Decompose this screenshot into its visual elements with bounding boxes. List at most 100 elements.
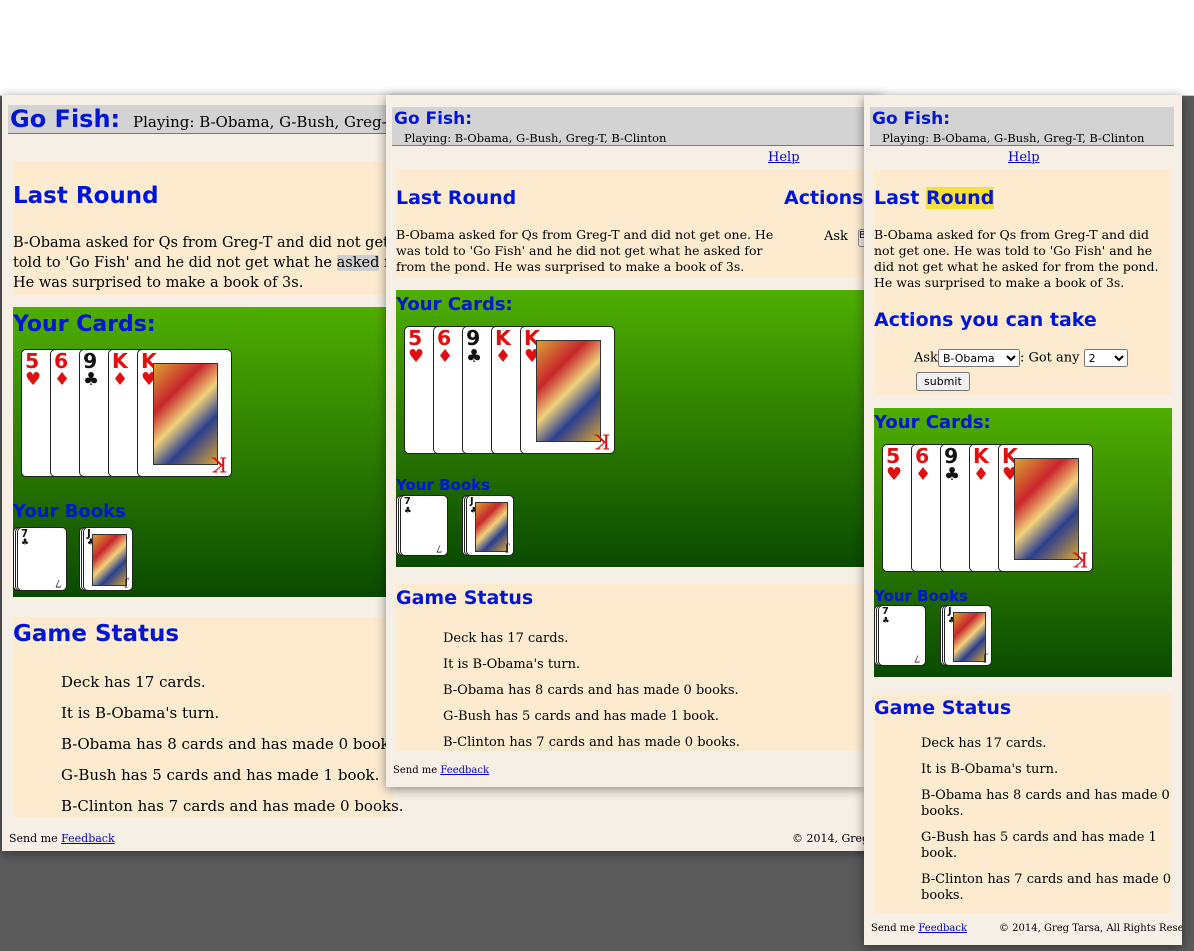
ask-form: Ask B-Obama: Got any 2 (914, 349, 1128, 367)
status-line: Deck has 17 cards. (443, 631, 569, 646)
card-rank: 6 ♦ (437, 326, 454, 368)
status-list: Deck has 17 cards. It is B-Obama's turn.… (921, 736, 1171, 904)
card-suit-icon: ♣ (882, 615, 890, 626)
card-rank: 9 ♣ (466, 326, 483, 368)
card-suit-icon: ♥ (408, 346, 425, 368)
card-suit-icon: ♥ (25, 369, 42, 391)
help-link[interactable]: Help (768, 150, 800, 165)
your-cards-heading: Your Cards: (874, 412, 991, 433)
card-rank: 7♣ (404, 496, 412, 516)
status-line: B-Clinton has 7 cards and has made 0 boo… (61, 797, 404, 815)
card-suit-icon: ♣ (21, 538, 30, 549)
playing-card[interactable]: K ♥ K (137, 349, 232, 477)
ask-label: Ask (824, 229, 848, 244)
card-pip-icon: 7 (55, 577, 62, 589)
card-rank: K ♦ (112, 349, 129, 391)
selected-text: asked (336, 255, 380, 271)
footer: Send me Feedback (9, 832, 115, 845)
browser-window-narrow: Go Fish: Playing: B-Obama, G-Bush, Greg-… (864, 95, 1182, 945)
status-line: B-Clinton has 7 cards and has made 0 boo… (443, 735, 740, 750)
status-list: Deck has 17 cards. It is B-Obama's turn.… (61, 667, 404, 822)
card-rank: 6 ♦ (915, 444, 932, 486)
last-round-heading: Last Round (874, 187, 995, 209)
card-rank: 5 ♥ (25, 349, 42, 391)
app-title: Go Fish: (10, 105, 121, 133)
hand: 5♥♥6♦♦9♣♣K♦♦K♥K (882, 444, 1112, 574)
status-line: Deck has 17 cards. (921, 736, 1047, 751)
status-line: G-Bush has 5 cards and has made 1 book. (61, 766, 380, 784)
card-pip-icon: J (123, 577, 128, 589)
playing-card[interactable]: J♣J (944, 605, 992, 666)
feedback-link[interactable]: Feedback (918, 923, 967, 934)
actions-heading: Actions (784, 187, 864, 209)
hand: 5♥♥6♦♦9♣♣K♦♦K♥K (21, 349, 251, 479)
card-suit-icon: ♣ (944, 464, 961, 486)
card-rank: 6 ♦ (54, 349, 71, 391)
playing-card[interactable]: K ♥ K (520, 326, 615, 454)
card-suit-icon: ♣ (83, 369, 100, 391)
status-line: It is B-Obama's turn. (443, 657, 581, 672)
card-pip-icon: 7 (914, 652, 921, 664)
feedback-link[interactable]: Feedback (440, 765, 489, 776)
status-list: Deck has 17 cards. It is B-Obama's turn.… (443, 626, 740, 756)
title-bar: Go Fish: Playing: B-Obama, G-Bush, Greg-… (870, 107, 1174, 146)
your-books-heading: Your Books (13, 501, 126, 522)
last-round-heading: Last Round (396, 187, 517, 209)
card-suit-icon: ♣ (404, 505, 412, 516)
card-rank: 5 ♥ (408, 326, 425, 368)
players-list: Playing: B-Obama, G-Bush, Greg-T, (133, 113, 399, 131)
app-title: Go Fish: (872, 109, 951, 129)
face-card-art (153, 362, 218, 465)
help-link[interactable]: Help (1008, 150, 1040, 165)
card-rank: 5 ♥ (886, 444, 903, 486)
card-pip-icon: J (504, 542, 509, 554)
card-rank: 7♣ (21, 528, 30, 549)
card-rank: 9 ♣ (944, 444, 961, 486)
status-line-cont: books. (921, 804, 964, 819)
card-suit-icon: ♦ (54, 369, 71, 391)
browser-window-medium: Go Fish: Playing: B-Obama, G-Bush, Greg-… (386, 95, 864, 787)
card-suit-icon: ♦ (495, 346, 512, 368)
books: 7♣♣7♣♣7♣7J♣♣J♣♣J♣J (396, 495, 516, 561)
status-line: It is B-Obama's turn. (921, 762, 1059, 777)
ask-label: Ask (914, 350, 938, 366)
face-card-art (952, 612, 986, 662)
status-line-cont: book. (921, 846, 957, 861)
card-pip-icon: K (211, 452, 227, 476)
last-round-text: B-Obama asked for Qs from Greg-T and did… (396, 227, 774, 274)
card-rank: K ♦ (495, 326, 512, 368)
submit-button[interactable]: submit (916, 372, 970, 391)
highlighted-word: Round (925, 187, 995, 209)
last-round-text: B-Obama asked for Qs from Greg-T and did… (13, 235, 403, 291)
status-line: It is B-Obama's turn. (61, 704, 220, 722)
actions-heading: Actions you can take (874, 309, 1097, 331)
card-pip-icon: K (594, 429, 610, 453)
status-line: Deck has 17 cards. (61, 673, 206, 691)
status-line: B-Obama has 8 cards and has made 0 books… (61, 735, 403, 753)
got-any-label: : Got any (1019, 350, 1080, 366)
playing-card[interactable]: J♣J (466, 495, 514, 556)
playing-card[interactable]: J♣J (83, 527, 133, 591)
cards-area: Your Cards: 5♥♥6♦♦9♣♣K♦♦K♥K Your Books 7… (874, 408, 1172, 677)
footer: Send me Feedback (393, 765, 490, 776)
playing-card[interactable]: 7 ♣ 7 (878, 605, 926, 666)
status-line: B-Obama has 8 cards and has made 0 (921, 788, 1170, 803)
playing-card[interactable]: K ♥ K (998, 444, 1093, 572)
game-status-section: Game Status Deck has 17 cards. It is B-O… (874, 694, 1172, 913)
status-line: B-Clinton has 7 cards and has made 0 (921, 872, 1172, 887)
ask-player-select[interactable]: B-Obama (937, 349, 1020, 367)
feedback-link[interactable]: Feedback (61, 832, 115, 845)
cards-area: Your Cards: 5♥♥6♦♦9♣♣K♦♦K♥K Your Books 7… (13, 307, 393, 597)
card-suit-icon: ♦ (973, 464, 990, 486)
playing-card[interactable]: 7 ♣ 7 (400, 495, 448, 556)
face-card-art (536, 339, 601, 442)
got-any-select[interactable]: 2 (1083, 349, 1128, 367)
playing-card[interactable]: 7 ♣ 7 (17, 527, 67, 591)
your-books-heading: Your Books (396, 476, 491, 494)
browser-top-area (0, 0, 1194, 96)
game-status-section: Game Status Deck has 17 cards. It is B-O… (13, 617, 404, 817)
your-cards-heading: Your Cards: (13, 312, 156, 337)
game-status-heading: Game Status (874, 697, 1012, 719)
players-list: Playing: B-Obama, G-Bush, Greg-T, B-Clin… (882, 131, 1145, 145)
card-suit-icon: ♥ (886, 464, 903, 486)
